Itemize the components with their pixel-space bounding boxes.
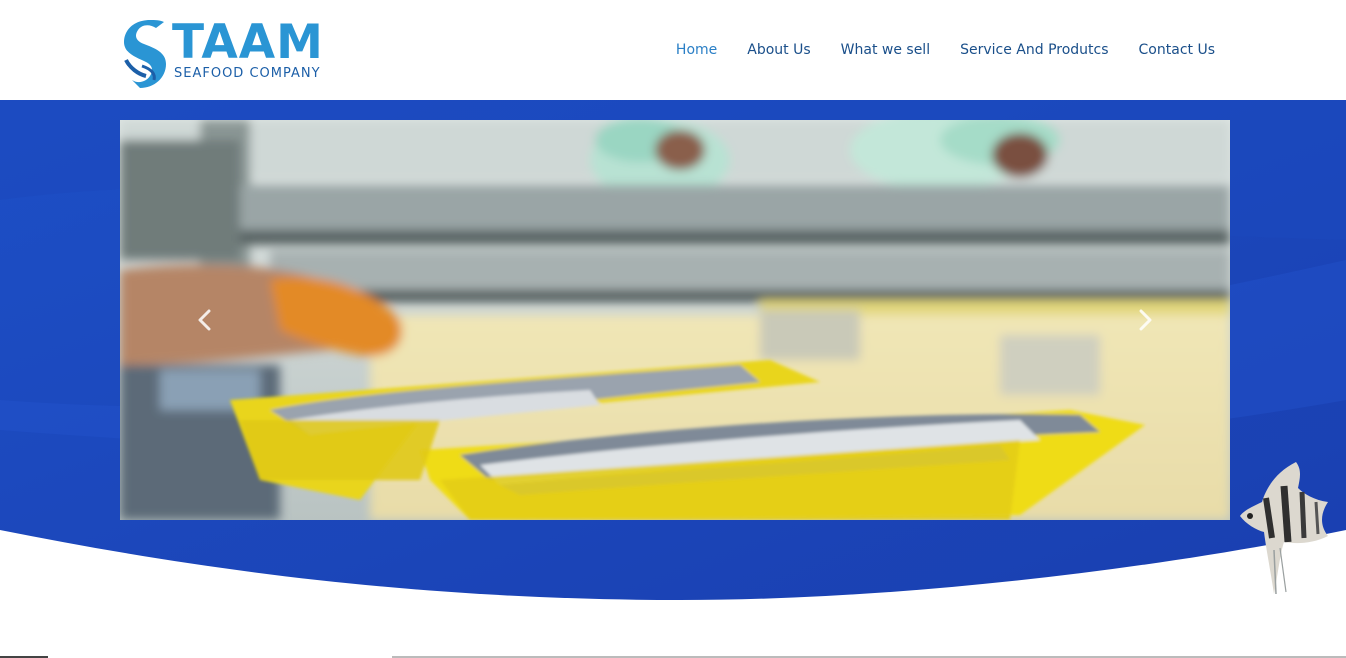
logo[interactable]: TAAM SEAFOOD COMPANY [120,14,345,90]
chevron-left-icon [198,309,211,331]
nav-home[interactable]: Home [676,40,717,60]
chevron-right-icon [1139,309,1152,331]
page: TAAM SEAFOOD COMPANY Home About Us What … [0,0,1346,658]
nav-about-us[interactable]: About Us [747,40,810,60]
angelfish-icon [1240,462,1328,595]
logo-wordmark: TAAM [172,15,324,70]
hero-slider [120,120,1230,520]
main-nav: Home About Us What we sell Service And P… [676,40,1215,60]
logo-tagline: SEAFOOD COMPANY [174,66,321,81]
fish-logo-icon [124,20,166,88]
nav-what-we-sell[interactable]: What we sell [841,40,930,60]
fish-processing-line-photo [120,120,1230,520]
slider-next-button[interactable] [1132,306,1160,334]
site-header: TAAM SEAFOOD COMPANY Home About Us What … [0,0,1346,100]
nav-contact-us[interactable]: Contact Us [1139,40,1215,60]
nav-service-and-products[interactable]: Service And Produtcs [960,40,1108,60]
slider-prev-button[interactable] [190,306,218,334]
